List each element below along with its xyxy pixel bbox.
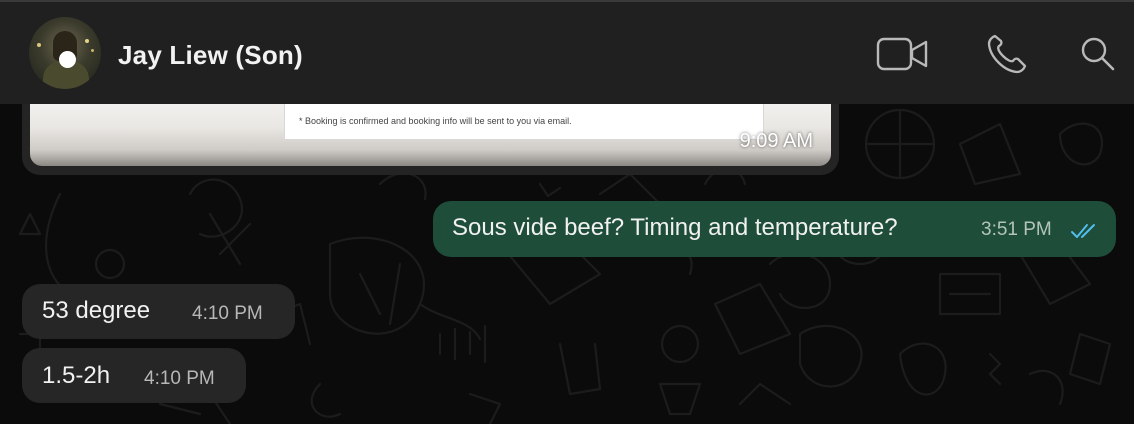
video-camera-icon[interactable] bbox=[876, 36, 930, 72]
incoming-message-bubble[interactable]: 53 degree 4:10 PM bbox=[22, 284, 295, 339]
double-check-icon bbox=[1071, 224, 1095, 238]
message-text: 53 degree bbox=[42, 297, 151, 324]
incoming-message-bubble[interactable]: 1.5-2h 4:10 PM bbox=[22, 348, 246, 403]
outgoing-message-bubble[interactable]: Sous vide beef? Timing and temperature? … bbox=[433, 201, 1116, 257]
avatar-light bbox=[85, 39, 89, 43]
avatar-light bbox=[37, 43, 41, 47]
message-text: Sous vide beef? Timing and temperature? bbox=[452, 214, 898, 241]
message-time: 3:51 PM bbox=[981, 219, 1052, 240]
contact-avatar[interactable] bbox=[29, 17, 101, 89]
message-time: 9:09 AM bbox=[739, 130, 813, 152]
image-booking-card: * Booking is confirmed and booking info … bbox=[284, 104, 764, 140]
shared-image[interactable]: * Booking is confirmed and booking info … bbox=[30, 104, 831, 166]
image-message-bubble[interactable]: * Booking is confirmed and booking info … bbox=[22, 104, 839, 175]
message-time: 4:10 PM bbox=[144, 368, 215, 389]
message-list[interactable]: * Booking is confirmed and booking info … bbox=[0, 104, 1134, 424]
contact-name[interactable]: Jay Liew (Son) bbox=[118, 40, 303, 71]
phone-icon[interactable] bbox=[986, 33, 1028, 75]
avatar-status-dot bbox=[59, 51, 76, 68]
image-caption-text: * Booking is confirmed and booking info … bbox=[299, 116, 572, 126]
message-text: 1.5-2h bbox=[42, 362, 111, 389]
chat-header: Jay Liew (Son) bbox=[0, 0, 1134, 104]
avatar-light bbox=[91, 49, 94, 52]
chat-window: Jay Liew (Son) * Booking is confirmed an… bbox=[0, 0, 1134, 424]
message-time: 4:10 PM bbox=[192, 303, 263, 324]
search-icon[interactable] bbox=[1080, 36, 1116, 72]
